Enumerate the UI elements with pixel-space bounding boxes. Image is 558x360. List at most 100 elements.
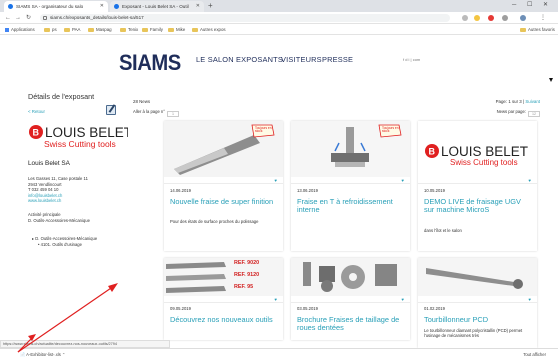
news-date: 03.05.2019	[297, 306, 318, 311]
extension-icon[interactable]	[488, 15, 494, 21]
news-title[interactable]: Découvrez nos nouveaux outils	[170, 315, 278, 324]
bookmark-folder[interactable]: Tenix	[120, 24, 138, 35]
goto-page-input[interactable]: 1	[166, 110, 179, 117]
stock-badge: Toujours en stock	[382, 126, 399, 134]
extension-icon[interactable]	[462, 15, 468, 21]
news-title[interactable]: DEMO LIVE de fraisage UGV sur machine Mi…	[424, 197, 532, 215]
news-per-page: News par page: 12	[497, 109, 540, 117]
svg-text:Swiss Cutting tools: Swiss Cutting tools	[450, 158, 518, 167]
address-text: siams.ch/exposants_details/louis-belet-s…	[50, 15, 144, 20]
browser-tab-bar: SIAMS SA - organisateur du salo ✕ Exposa…	[0, 0, 558, 12]
close-icon[interactable]: ✕	[196, 1, 200, 12]
news-date: 10.05.2019	[424, 188, 445, 193]
bookmark-folder[interactable]: Mike	[168, 24, 185, 35]
bookmark-apps[interactable]: Applications	[5, 24, 35, 35]
back-link[interactable]: < Retour	[28, 109, 45, 114]
share-icon[interactable]: ♥	[401, 297, 404, 302]
bookmark-folder[interactable]: ps	[44, 24, 57, 35]
news-date: 13.06.2019	[297, 188, 318, 193]
news-description: dans l'îlot et le salon	[424, 228, 462, 233]
ref-label: REF. 95	[234, 284, 254, 290]
svg-text:LOUIS BELET: LOUIS BELET	[45, 125, 128, 140]
new-tab-button[interactable]: +	[208, 0, 213, 12]
bookmark-folder[interactable]: PAA	[64, 24, 80, 35]
news-count: 28 News	[133, 99, 151, 104]
next-page-link[interactable]: Suivant	[525, 99, 540, 104]
scroll-arrow-icon[interactable]	[549, 78, 553, 82]
notepad-icon[interactable]	[106, 105, 116, 115]
bookmark-other[interactable]: Autres favoris	[520, 24, 555, 35]
globe-icon	[114, 4, 119, 9]
download-item[interactable]: 📄 A-Exhibitor-list-.xls ⌃	[20, 351, 66, 358]
star-icon[interactable]	[474, 15, 480, 21]
share-icon[interactable]: ♥	[528, 178, 531, 183]
siams-logo[interactable]: SIAMS	[119, 50, 181, 76]
bookmark-folder[interactable]: Family	[142, 24, 163, 35]
news-image: Toujours en stock	[291, 121, 410, 177]
louis-belet-logo: B LOUIS BELET Swiss Cutting tools	[425, 144, 528, 167]
share-icon[interactable]: ♥	[274, 178, 277, 183]
tree-item[interactable]: • 4101. Outils d'usinage	[32, 242, 97, 248]
news-title[interactable]: Nouvelle fraise de super finition	[170, 197, 278, 206]
bookmarks-bar: Applications ps PAA Maspag Tenix Family …	[0, 24, 558, 35]
news-title[interactable]: Brochure Fraises de taillage de roues de…	[297, 315, 405, 333]
lock-icon	[43, 16, 47, 20]
svg-text:B: B	[33, 128, 40, 138]
news-card[interactable]: B LOUIS BELET Swiss Cutting tools ♥ 10.0…	[418, 121, 537, 251]
website-link[interactable]: www.louisbelet.ch	[28, 198, 88, 204]
news-card[interactable]: ♥ 01.02.2019 Tourbillonneur PCD Le tourb…	[418, 258, 537, 348]
news-image: REF. 9020 REF. 9120 REF. 95	[164, 258, 283, 296]
page-title: Détails de l'exposant	[28, 92, 95, 101]
minimize-button[interactable]: ─	[512, 0, 516, 11]
news-date: 09.05.2019	[170, 306, 191, 311]
news-description: Pour des états de surface proches du pol…	[170, 219, 259, 224]
news-image	[291, 258, 410, 296]
maximize-button[interactable]: ☐	[527, 0, 532, 11]
browser-tab-siams[interactable]: SIAMS SA - organisateur du salo ✕	[4, 1, 108, 12]
stock-badge: Toujours en stock	[255, 126, 272, 134]
ref-label: REF. 9020	[234, 260, 260, 266]
globe-icon	[8, 4, 13, 9]
nav-presse[interactable]: PRESSE	[322, 55, 353, 64]
browser-tab-exposant[interactable]: Exposant - Louis Belet SA - Outil ✕	[110, 1, 204, 12]
news-image: Toujours en stock	[164, 121, 283, 177]
address-bar[interactable]: siams.ch/exposants_details/louis-belet-s…	[40, 14, 450, 22]
window-close-button[interactable]: ✕	[543, 0, 548, 11]
goto-page: Aller à la page n° 1	[133, 109, 179, 117]
share-icon[interactable]: ♥	[401, 178, 404, 183]
nav-le-salon[interactable]: LE SALON	[196, 55, 234, 64]
news-date: 01.02.2019	[424, 306, 445, 311]
nav-visiteurs[interactable]: VISITEURS	[281, 55, 322, 64]
news-card[interactable]: Toujours en stock ♥ 14.06.2019 Nouvelle …	[164, 121, 283, 251]
news-title[interactable]: Fraise en T à refroidissement interne	[297, 197, 405, 215]
show-all-downloads[interactable]: Tout afficher	[523, 351, 546, 358]
share-icon[interactable]: ♥	[274, 297, 277, 302]
company-address: Les Gasses 11, Case postale 11 2943 Vend…	[28, 176, 88, 204]
news-image	[418, 258, 537, 296]
share-icon[interactable]: ♥	[528, 297, 531, 302]
news-title[interactable]: Tourbillonneur PCD	[424, 315, 532, 324]
menu-dots-icon[interactable]: ⋮	[540, 12, 546, 24]
back-arrow-icon[interactable]: ←	[5, 12, 11, 24]
forward-arrow-icon[interactable]: →	[15, 12, 21, 24]
news-description: Le tourbillonneur diamant polycristallin…	[424, 328, 523, 339]
close-icon[interactable]: ✕	[100, 1, 104, 12]
avatar[interactable]	[520, 15, 526, 21]
bookmark-folder[interactable]: Maspag	[88, 24, 112, 35]
ref-label: REF. 9120	[234, 272, 260, 278]
news-card[interactable]: REF. 9020 REF. 9120 REF. 95 ♥ 09.05.2019…	[164, 258, 283, 340]
bookmark-folder[interactable]: Autres expos	[192, 24, 226, 35]
per-page-input[interactable]: 12	[528, 110, 540, 117]
news-card[interactable]: ♥ 03.05.2019 Brochure Fraises de taillag…	[291, 258, 410, 340]
language-switcher[interactable]: f d i | com	[403, 57, 420, 62]
link-preview-status: https://www.siams.ch/actualite/decouvrez…	[0, 340, 170, 348]
news-card[interactable]: Toujours en stock ♥ 13.06.2019 Fraise en…	[291, 121, 410, 251]
category-tree: ▸ D. Outils-Accessoires-Mécanique • 4101…	[32, 236, 97, 247]
extension-icon[interactable]	[502, 15, 508, 21]
main-activity: Activité principale D. Outils-Accessoire…	[28, 212, 90, 223]
svg-text:B: B	[429, 147, 436, 157]
tab-label: SIAMS SA - organisateur du salo	[16, 4, 84, 9]
nav-exposants[interactable]: EXPOSANTS	[236, 55, 283, 64]
downloads-bar: 📄 A-Exhibitor-list-.xls ⌃ Tout afficher	[0, 348, 558, 360]
reload-icon[interactable]: ↻	[26, 12, 31, 24]
